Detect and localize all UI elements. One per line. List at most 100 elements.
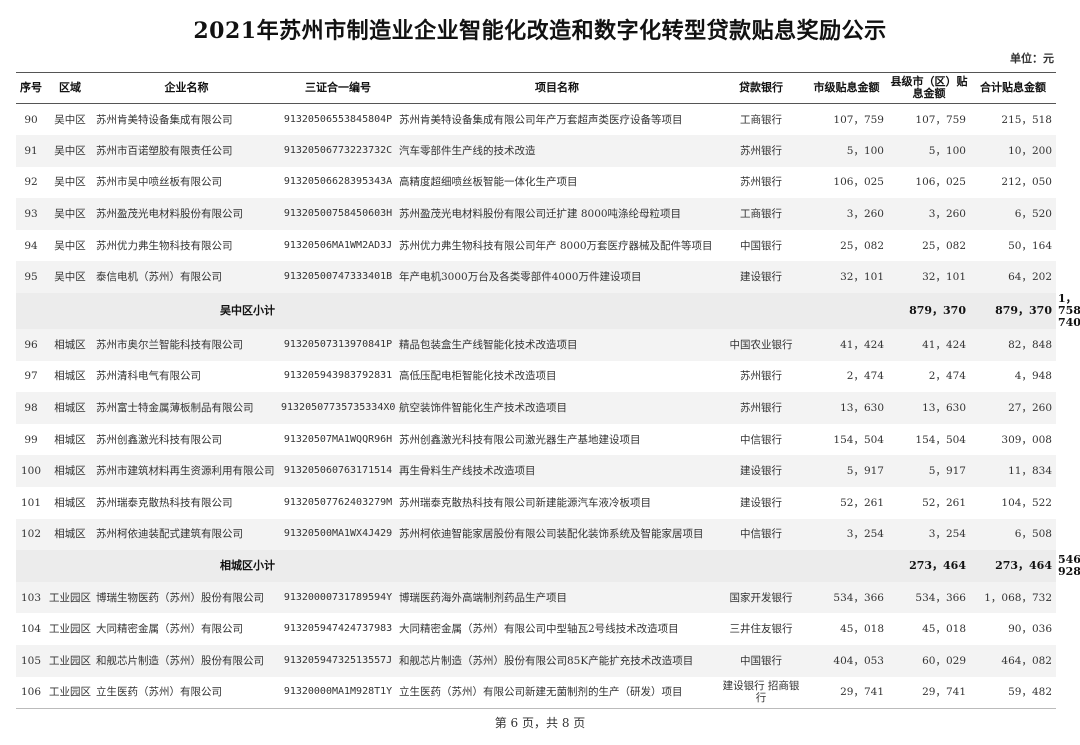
row-district: 工业园区 (46, 581, 94, 614)
row-project: 苏州瑞泰克散热科技有限公司新建能源汽车液冷板项目 (399, 496, 651, 509)
row-company: 苏州市百诺塑胶有限责任公司 (94, 135, 279, 167)
row-project: 大同精密金属（苏州）有限公司中型轴瓦2号线技术改造项目 (399, 623, 679, 636)
row-credit-code: 91320507MA1WQQR96H (283, 433, 393, 445)
row-county-amount: 2，474 (928, 370, 966, 383)
row-bank: 国家开发银行 (717, 581, 805, 614)
row-total-amount: 104，522 (1001, 496, 1052, 509)
table-row: 102 相城区 苏州柯依迪装配式建筑有限公司 91320500MA1WX4J429 苏州… (16, 518, 1056, 551)
row-county-amount: 154，504 (915, 433, 966, 446)
row-company: 苏州富士特金属薄板制品有限公司 (94, 392, 279, 424)
subtotal-city-amount: 879，370 (888, 293, 970, 330)
row-company: 苏州肯美特设备集成有限公司 (96, 113, 233, 126)
table-row: 103 工业园区 博瑞生物医药（苏州）股份有限公司 91320000731789594… (16, 581, 1056, 614)
row-bank: 三井住友银行 (729, 623, 793, 636)
row-district: 相城区 (54, 370, 86, 383)
row-total-amount: 6，508 (970, 518, 1056, 551)
row-bank: 苏州银行 (717, 135, 805, 167)
row-project: 立生医药（苏州）有限公司新建无菌制剂的生产（研发）项目 (397, 676, 717, 709)
col-header-county-subsidy: 县级市（区）贴息金额 (888, 72, 970, 104)
row-project: 苏州柯依迪智能家居股份有限公司装配化装饰系统及智能家居项目 (397, 518, 717, 551)
row-city-amount: 32，101 (805, 261, 888, 294)
subtotal-label: 吴中区小计 (46, 293, 279, 330)
row-number: 103 (16, 581, 46, 614)
row-credit-code: 913205060763171514 (279, 455, 397, 488)
page-title: 2021年苏州市制造业企业智能化改造和数字化转型贷款贴息奖励公示 (193, 18, 887, 44)
row-credit-code: 91320000MA1M928T1Y (279, 676, 397, 709)
row-district: 相城区 (46, 518, 94, 551)
row-number: 92 (24, 176, 38, 189)
row-bank: 苏州银行 (717, 392, 805, 424)
row-credit-code: 91320507735735334X0 (279, 392, 397, 424)
col-header-city-subsidy: 市级贴息金额 (805, 72, 888, 104)
row-county-amount: 45，018 (922, 623, 966, 636)
row-total-amount: 82，848 (970, 329, 1056, 361)
row-company: 苏州清科电气有限公司 (96, 370, 201, 383)
row-company: 苏州市奥尔兰智能科技有限公司 (94, 329, 279, 361)
row-project: 精品包装盒生产线智能化技术改造项目 (397, 329, 717, 361)
row-district: 相城区 (46, 392, 94, 424)
row-district: 工业园区 (49, 623, 91, 636)
row-total-amount: 212，050 (1001, 176, 1052, 189)
row-county-amount: 25，082 (922, 239, 966, 252)
row-bank: 中信银行 (717, 518, 805, 551)
row-district: 吴中区 (46, 198, 94, 230)
subtotal-blank (279, 293, 805, 330)
row-number: 105 (16, 645, 46, 677)
row-district: 相城区 (54, 496, 86, 509)
row-city-amount: 52，261 (840, 496, 884, 509)
row-number: 96 (16, 329, 46, 361)
col-header-no: 序号 (16, 72, 46, 104)
row-project: 和舰芯片制造（苏州）股份有限公司85K产能扩充技术改造项目 (397, 645, 717, 677)
row-county-amount: 106，025 (915, 176, 966, 189)
subtotal-city-amount: 273，464 (888, 550, 970, 582)
row-bank: 中国银行 (740, 239, 782, 252)
subsidy-table: 序号 区域 企业名称 三证合一编号 项目名称 贷款银行 市级贴息金额 县级市（区… (16, 72, 1080, 709)
row-district: 工业园区 (46, 676, 94, 709)
table-row: 95 吴中区 泰信电机（苏州）有限公司 91320500747333401B 年产电机3… (16, 261, 1056, 294)
row-company: 和舰芯片制造（苏州）股份有限公司 (94, 645, 279, 677)
table-row: 106 工业园区 立生医药（苏州）有限公司 91320000MA1M928T1Y 立生医… (16, 676, 1056, 709)
row-city-amount: 106，025 (833, 176, 884, 189)
row-bank: 苏州银行 (740, 370, 782, 383)
row-company: 苏州创鑫激光科技有限公司 (96, 433, 222, 446)
row-number: 94 (24, 239, 38, 252)
row-company: 苏州优力弗生物科技有限公司 (96, 239, 233, 252)
row-company: 苏州柯依迪装配式建筑有限公司 (94, 518, 279, 551)
row-bank: 建设银行 (717, 261, 805, 294)
row-project: 苏州优力弗生物科技有限公司年产 8000万套医疗器械及配件等项目 (399, 239, 713, 252)
table-header-row: 序号 区域 企业名称 三证合一编号 项目名称 贷款银行 市级贴息金额 县级市（区… (16, 72, 1056, 104)
row-total-amount: 4，948 (1014, 370, 1052, 383)
row-credit-code: 91320506553845804P (283, 113, 393, 125)
row-county-amount: 107，759 (915, 113, 966, 126)
row-credit-code: 91320506773223732C (279, 135, 397, 167)
page-footer: 第 6 页，共 8 页 (494, 716, 586, 730)
row-credit-code: 91320500MA1WX4J429 (279, 518, 397, 551)
row-number: 106 (16, 676, 46, 709)
row-total-amount: 27，260 (970, 392, 1056, 424)
row-company: 立生医药（苏州）有限公司 (94, 676, 279, 709)
row-district: 相城区 (46, 455, 94, 488)
row-city-amount: 404，053 (805, 645, 888, 677)
table-row: 90 吴中区 苏州肯美特设备集成有限公司 91320506553845804P 苏州肯美… (16, 104, 1056, 136)
row-credit-code: 91320594732513557J (279, 645, 397, 677)
row-company: 苏州市吴中喷丝板有限公司 (96, 176, 222, 189)
table-row: 104 工业园区 大同精密金属（苏州）有限公司 913205947424737983 大… (16, 613, 1056, 645)
row-district: 吴中区 (54, 113, 86, 126)
row-city-amount: 3，260 (805, 198, 888, 230)
row-project: 航空装饰件智能化生产技术改造项目 (397, 392, 717, 424)
subtotal-row: 吴中区小计879，370879，3701，758，740 (16, 293, 1080, 330)
row-company: 苏州市建筑材料再生资源利用有限公司 (94, 455, 279, 488)
row-bank: 建设银行 (740, 496, 782, 509)
col-header-bank: 贷款银行 (717, 72, 805, 104)
row-district: 相城区 (54, 433, 86, 446)
table-row: 98 相城区 苏州富士特金属薄板制品有限公司 91320507735735334X0 航… (16, 392, 1056, 424)
row-project: 博瑞医药海外高端制剂药品生产项目 (397, 581, 717, 614)
row-city-amount: 13，630 (805, 392, 888, 424)
row-credit-code: 91320507762403279M (283, 496, 393, 508)
row-city-amount: 3，254 (805, 518, 888, 551)
subtotal-county-amount: 879，370 (970, 293, 1056, 330)
row-total-amount: 64，202 (970, 261, 1056, 294)
row-company: 博瑞生物医药（苏州）股份有限公司 (94, 581, 279, 614)
row-city-amount: 5，917 (805, 455, 888, 488)
row-number: 90 (24, 113, 38, 126)
